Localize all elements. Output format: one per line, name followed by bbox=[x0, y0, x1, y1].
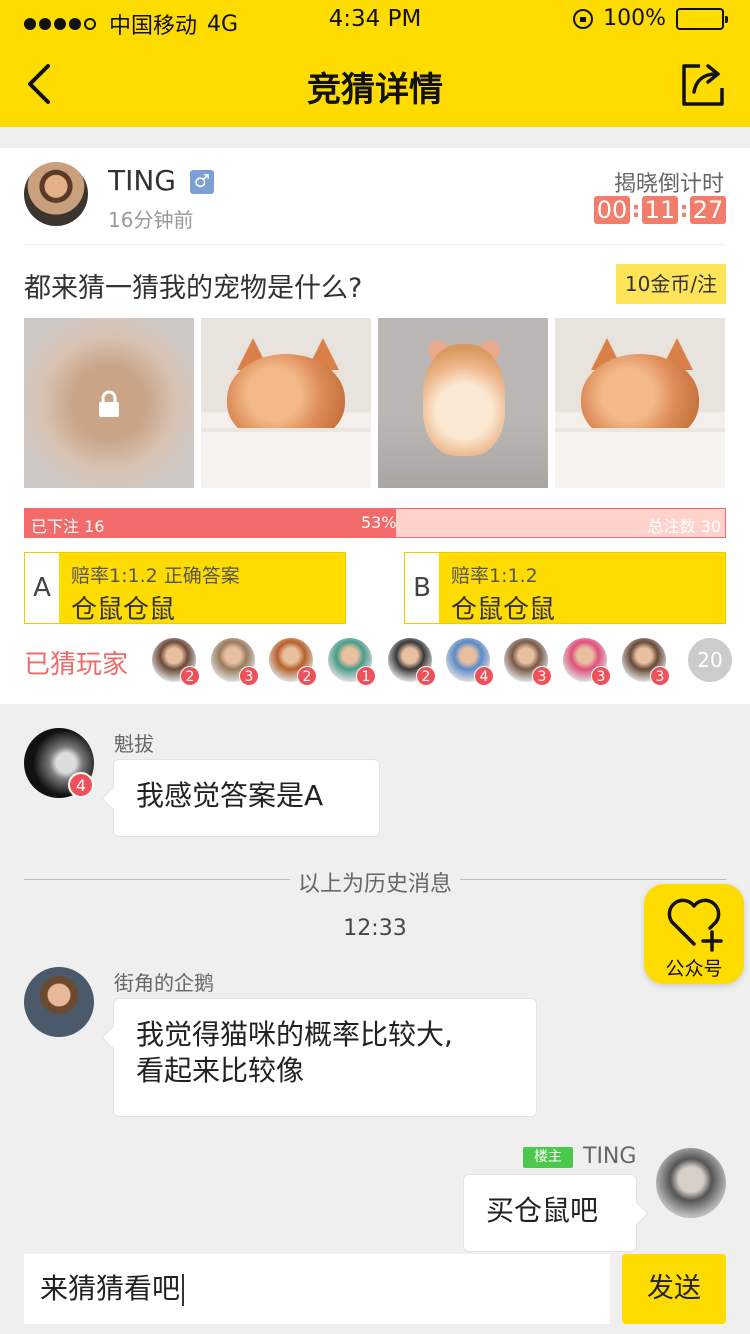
heart-plus-icon bbox=[667, 898, 723, 952]
avatar[interactable] bbox=[24, 967, 94, 1037]
avatar[interactable] bbox=[656, 1148, 726, 1218]
option-answer: 仓鼠仓鼠 bbox=[71, 595, 176, 625]
option-a-button[interactable]: A 赔率1:1.2 正确答案 仓鼠仓鼠 bbox=[24, 552, 346, 625]
text-caret bbox=[182, 1274, 185, 1306]
player-badge: 3 bbox=[650, 666, 670, 686]
locked-image[interactable] bbox=[24, 318, 194, 488]
player-badge: 3 bbox=[591, 666, 611, 686]
host-name: TING bbox=[108, 164, 177, 197]
option-letter: A bbox=[25, 553, 59, 623]
player-count[interactable]: 20 bbox=[688, 638, 732, 682]
player-badge: 2 bbox=[416, 666, 436, 686]
player-badge: 3 bbox=[239, 666, 259, 686]
sender-name: TING bbox=[583, 1144, 637, 1169]
kitten-image[interactable] bbox=[555, 318, 725, 488]
battery-percent: 100% bbox=[603, 6, 666, 31]
player-avatar[interactable]: 3 bbox=[563, 638, 611, 686]
player-avatar[interactable]: 2 bbox=[269, 638, 317, 686]
total-bet-label: 总注数 30 bbox=[647, 517, 721, 536]
message-text: 买仓鼠吧 bbox=[486, 1194, 599, 1227]
message-text-line: 看起来比较像 bbox=[136, 1054, 305, 1087]
message-input-bar: 来猜猜看吧 发送 bbox=[0, 1252, 750, 1334]
bet-price-tag: 10金币/注 bbox=[616, 264, 726, 304]
send-button[interactable]: 发送 bbox=[622, 1254, 726, 1324]
owner-badge: 楼主 bbox=[523, 1147, 573, 1168]
message-text: 我感觉答案是A bbox=[136, 779, 324, 812]
status-bar: 中国移动 4G 4:34 PM 100% bbox=[0, 0, 750, 40]
avatar[interactable] bbox=[24, 162, 88, 226]
players-label: 已猜玩家 bbox=[24, 650, 129, 680]
player-avatar[interactable]: 2 bbox=[388, 638, 436, 686]
player-badge: 1 bbox=[356, 666, 376, 686]
sender-name: 街角的企鹅 bbox=[114, 971, 214, 995]
message-text-line: 我觉得猫咪的概率比较大, bbox=[136, 1018, 453, 1051]
player-avatar[interactable]: 4 bbox=[446, 638, 494, 686]
countdown-label: 揭晓倒计时 bbox=[613, 172, 724, 197]
player-avatar[interactable]: 3 bbox=[622, 638, 670, 686]
player-badge: 2 bbox=[297, 666, 317, 686]
countdown-minutes: 11 bbox=[642, 196, 678, 224]
message-input[interactable]: 来猜猜看吧 bbox=[24, 1254, 610, 1324]
player-avatar-list: 3 3 3 4 2 1 2 3 2 20 bbox=[152, 638, 732, 686]
post-time: 16分钟前 bbox=[108, 208, 194, 232]
page-title: 竞猜详情 bbox=[307, 70, 443, 110]
player-avatar[interactable]: 1 bbox=[328, 638, 376, 686]
chat-bubble[interactable]: 买仓鼠吧 bbox=[463, 1174, 637, 1252]
player-badge: 4 bbox=[474, 666, 494, 686]
countdown-seconds: 27 bbox=[690, 196, 726, 224]
header: 中国移动 4G 4:34 PM 100% 竞猜详情 bbox=[0, 0, 750, 127]
fab-label: 公众号 bbox=[665, 958, 723, 980]
bet-percent-label: 53% bbox=[361, 513, 397, 532]
battery-icon bbox=[676, 7, 728, 30]
history-label: 以上为历史消息 bbox=[0, 866, 750, 898]
hamster-image[interactable] bbox=[378, 318, 548, 488]
official-account-button[interactable]: 公众号 bbox=[644, 884, 744, 984]
player-badge: 2 bbox=[180, 666, 200, 686]
countdown: 00 : 11 : 27 bbox=[594, 196, 726, 224]
level-badge: 4 bbox=[68, 772, 94, 798]
chat-bubble[interactable]: 我觉得猫咪的概率比较大, 看起来比较像 bbox=[113, 998, 537, 1117]
guess-card: TING ♂ 16分钟前 揭晓倒计时 00 : 11 : 27 都来猜一猜我的宠… bbox=[0, 148, 750, 704]
option-answer: 仓鼠仓鼠 bbox=[451, 595, 556, 625]
countdown-hours: 00 bbox=[594, 196, 630, 224]
option-odds: 赔率1:1.2 bbox=[451, 565, 538, 587]
sender-name: 魁拔 bbox=[114, 732, 154, 756]
player-avatar[interactable]: 2 bbox=[152, 638, 200, 686]
question-text: 都来猜一猜我的宠物是什么? bbox=[24, 273, 363, 304]
player-avatar[interactable]: 3 bbox=[504, 638, 552, 686]
rotation-lock-icon bbox=[573, 8, 594, 29]
lock-icon bbox=[99, 390, 119, 417]
male-icon: ♂ bbox=[190, 170, 214, 194]
chat-bubble[interactable]: 我感觉答案是A bbox=[113, 759, 380, 837]
option-odds: 赔率1:1.2 正确答案 bbox=[71, 565, 240, 587]
bet-count-label: 已下注 16 bbox=[31, 517, 105, 536]
kitten-image[interactable] bbox=[201, 318, 371, 488]
status-right: 100% bbox=[573, 6, 728, 31]
option-letter: B bbox=[405, 553, 439, 623]
chat-timestamp: 12:33 bbox=[343, 916, 407, 941]
bet-progress-bar: 已下注 16 53% 总注数 30 bbox=[24, 508, 726, 538]
divider bbox=[24, 244, 726, 245]
player-badge: 3 bbox=[532, 666, 552, 686]
player-avatar[interactable]: 3 bbox=[211, 638, 259, 686]
share-icon[interactable] bbox=[678, 60, 728, 110]
option-b-button[interactable]: B 赔率1:1.2 仓鼠仓鼠 bbox=[404, 552, 726, 625]
pet-image-gallery bbox=[24, 318, 725, 488]
